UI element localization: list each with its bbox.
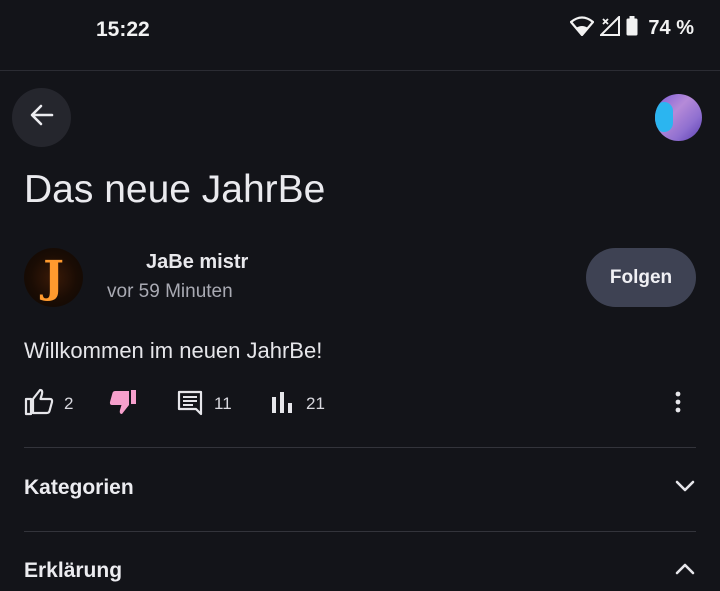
author-avatar[interactable]: J xyxy=(24,248,83,307)
follow-button[interactable]: Folgen xyxy=(586,248,696,307)
chevron-down-icon xyxy=(674,479,696,498)
thumbs-down-icon xyxy=(108,388,138,421)
like-count: 2 xyxy=(64,394,74,413)
divider xyxy=(24,447,696,448)
like-button[interactable]: 2 xyxy=(24,388,73,420)
post-title: Das neue JahrBe xyxy=(24,168,326,211)
battery-icon xyxy=(626,16,638,41)
author-name[interactable]: JaBe mistr xyxy=(146,251,248,274)
views-count: 21 xyxy=(306,394,325,413)
back-button[interactable] xyxy=(12,88,71,147)
header-divider xyxy=(0,70,720,71)
bar-chart-icon xyxy=(270,388,296,421)
wifi-icon xyxy=(570,16,595,41)
comment-icon xyxy=(176,388,204,421)
post-timestamp: vor 59 Minuten xyxy=(107,281,233,302)
views-button[interactable]: 21 xyxy=(270,388,325,420)
thumbs-up-icon xyxy=(24,388,54,421)
arrow-left-icon xyxy=(28,101,56,134)
divider xyxy=(24,531,696,532)
status-bar: 15:22 74 % xyxy=(0,0,720,70)
avatar-image xyxy=(655,102,673,132)
battery-percentage: 74 % xyxy=(648,17,694,39)
author-avatar-letter: J xyxy=(43,252,64,303)
more-vertical-icon xyxy=(675,391,681,418)
comment-button[interactable]: 11 xyxy=(176,388,232,420)
cellular-signal-icon xyxy=(598,14,621,41)
user-avatar[interactable] xyxy=(655,94,702,141)
comment-count: 11 xyxy=(214,394,232,413)
post-body: Willkommen im neuen JahrBe! xyxy=(24,338,323,363)
chevron-up-icon xyxy=(674,562,696,581)
categories-title: Kategorien xyxy=(24,476,134,499)
explanation-section-header[interactable]: Erklärung xyxy=(24,551,696,591)
status-icons: 74 % xyxy=(570,14,694,41)
categories-section-header[interactable]: Kategorien xyxy=(24,468,696,508)
explanation-title: Erklärung xyxy=(24,559,123,582)
dislike-button[interactable] xyxy=(108,388,138,420)
more-options-button[interactable] xyxy=(664,388,692,420)
status-time: 15:22 xyxy=(96,18,150,41)
